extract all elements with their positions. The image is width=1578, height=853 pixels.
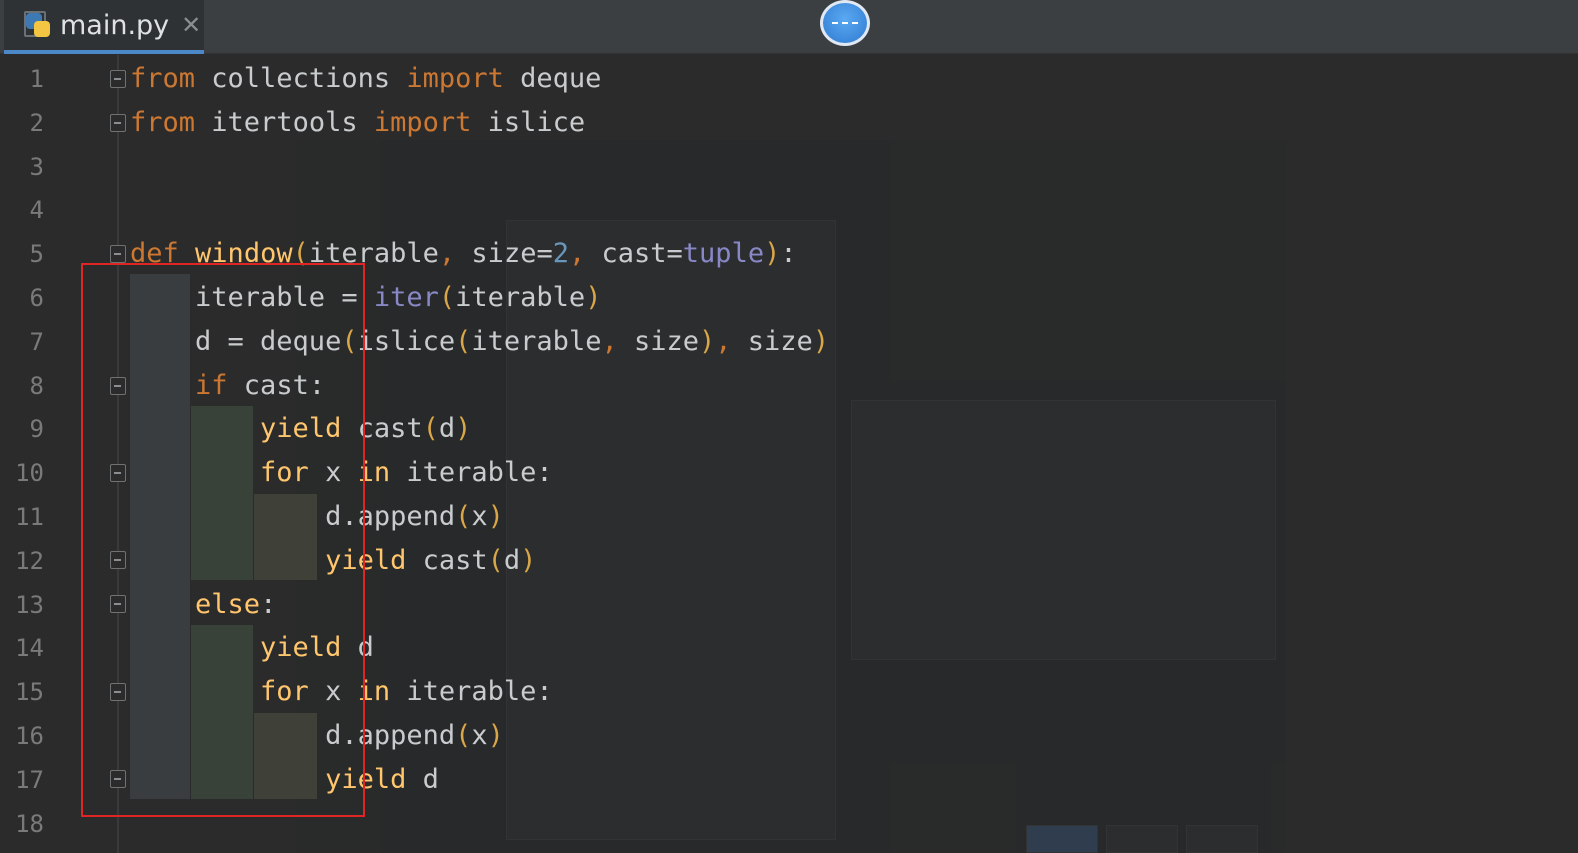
- code-token: (: [487, 544, 504, 576]
- code-token: cast: [406, 544, 488, 576]
- code-line[interactable]: from itertools import islice: [130, 101, 585, 145]
- line-number: 8: [29, 371, 44, 400]
- line-number: 10: [15, 459, 44, 488]
- code-token: islice: [357, 325, 456, 357]
- code-token: 2: [552, 238, 569, 270]
- line-number: 4: [29, 196, 44, 225]
- code-token: x: [471, 720, 488, 751]
- code-token: ): [699, 325, 716, 357]
- code-token: x: [471, 501, 488, 532]
- code-token: ,: [438, 238, 456, 270]
- code-token: (: [455, 325, 472, 357]
- code-token: iterable: [471, 325, 602, 357]
- code-line[interactable]: from collections import deque: [130, 57, 601, 101]
- code-token: ): [520, 544, 537, 576]
- code-token: collections: [195, 63, 407, 94]
- code-token: d: [503, 544, 521, 576]
- line-number: 15: [15, 678, 44, 707]
- code-token: size: [731, 325, 813, 357]
- line-number: 6: [29, 284, 44, 312]
- line-number: 16: [15, 722, 44, 750]
- code-token: :: [780, 238, 797, 270]
- code-token: ,: [568, 238, 586, 270]
- code-token: cast=: [585, 238, 683, 270]
- code-token: ,: [715, 325, 732, 357]
- line-number: 14: [15, 634, 44, 663]
- editor-tab-bar: main.py ✕: [0, 0, 1578, 54]
- line-number: 9: [29, 415, 44, 444]
- code-token: ): [487, 720, 504, 751]
- code-token: from: [130, 63, 196, 94]
- line-number: 18: [15, 809, 44, 838]
- code-token: islice: [471, 106, 586, 138]
- line-number: 5: [29, 240, 44, 269]
- python-file-icon: [24, 11, 52, 39]
- code-token: ): [487, 501, 504, 532]
- code-token: import: [406, 63, 504, 94]
- code-token: itertools: [195, 106, 374, 138]
- fold-marker-icon[interactable]: [110, 114, 126, 132]
- code-token: import: [373, 106, 472, 138]
- line-number: 1: [29, 65, 44, 93]
- code-token: ): [812, 325, 830, 357]
- screenshot-tool-icon[interactable]: [820, 0, 870, 46]
- line-number: 12: [15, 546, 44, 575]
- code-token: ): [455, 413, 472, 445]
- tab-label: main.py: [60, 9, 170, 41]
- code-token: (: [455, 720, 472, 751]
- code-token: d: [406, 763, 439, 795]
- code-token: iterable: [455, 282, 586, 313]
- line-number: 7: [29, 327, 44, 356]
- code-token: size: [617, 325, 699, 357]
- code-token: (: [438, 282, 456, 313]
- tab-main-py[interactable]: main.py ✕: [4, 0, 204, 54]
- code-token: ): [585, 282, 602, 313]
- code-token: deque: [503, 63, 602, 94]
- code-token: iterable:: [390, 676, 553, 708]
- code-token: tuple: [682, 238, 765, 270]
- code-token: iterable:: [390, 457, 553, 489]
- code-token: (: [422, 413, 439, 445]
- code-token: ): [764, 238, 781, 270]
- line-number: 13: [15, 590, 44, 619]
- fold-marker-icon[interactable]: [110, 70, 126, 88]
- line-number: 3: [29, 152, 44, 181]
- line-number: 17: [15, 765, 44, 794]
- code-token: size=: [455, 238, 553, 270]
- code-token: (: [455, 501, 472, 532]
- highlight-annotation-box: [81, 263, 365, 817]
- code-token: from: [130, 106, 196, 138]
- code-token: iter: [373, 282, 439, 313]
- code-token: ,: [601, 325, 618, 357]
- line-number: 2: [29, 108, 44, 137]
- close-tab-icon[interactable]: ✕: [181, 11, 201, 39]
- code-token: d: [438, 413, 456, 445]
- fold-marker-icon[interactable]: [110, 245, 126, 263]
- line-number: 11: [15, 503, 44, 531]
